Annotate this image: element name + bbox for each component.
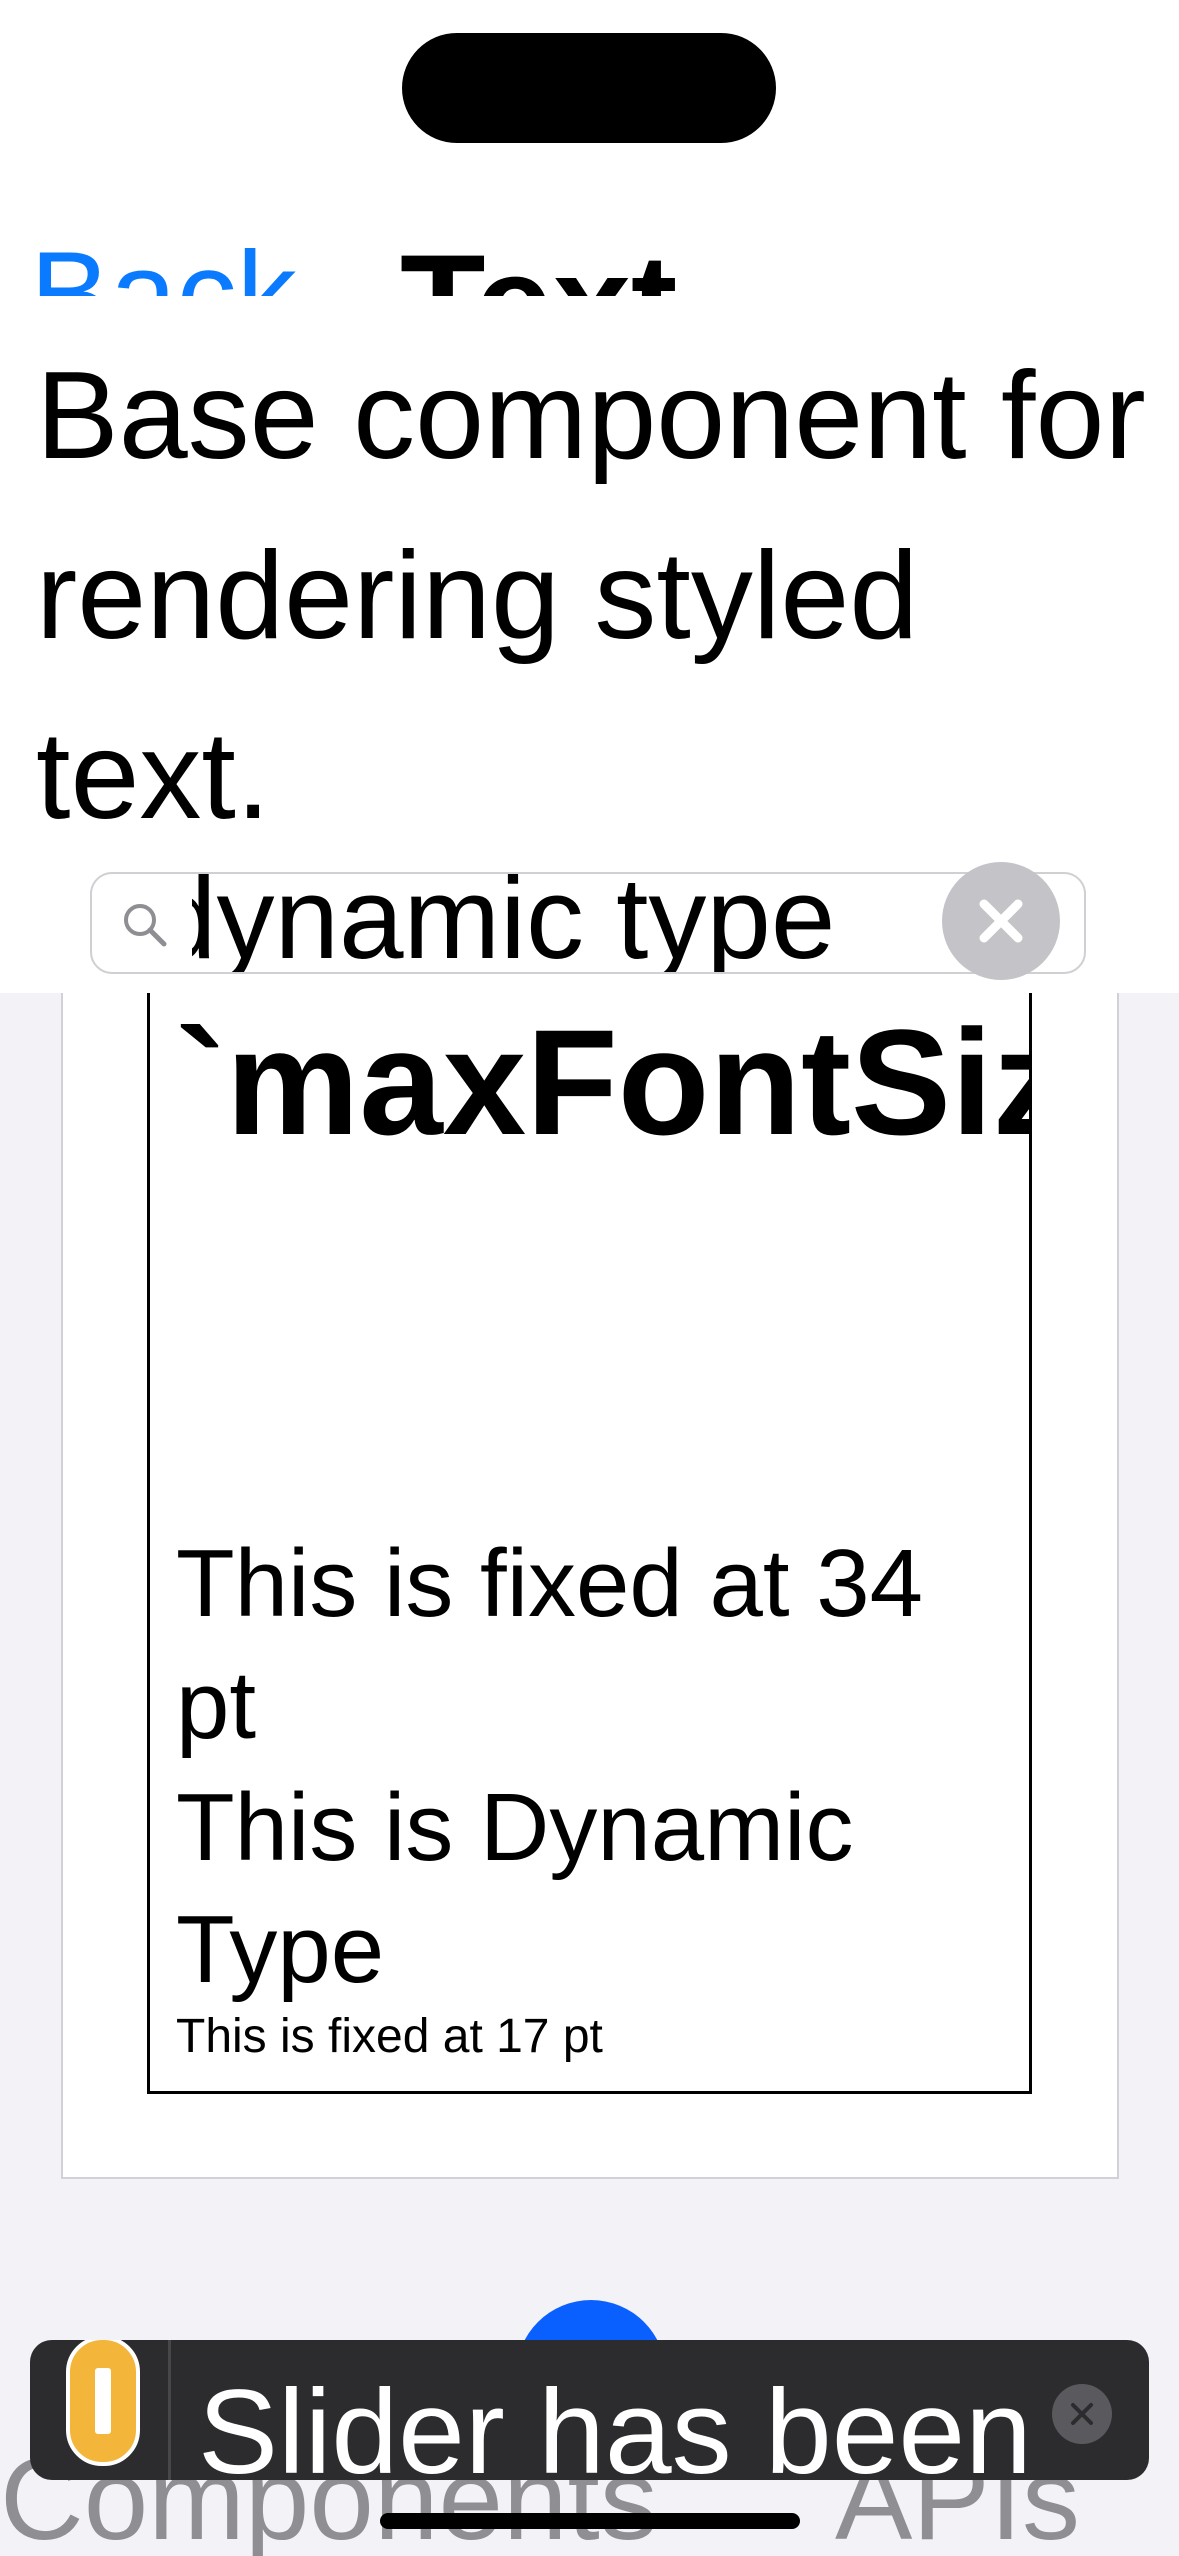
toast-close-button[interactable] xyxy=(1052,2384,1112,2444)
component-description: Base component for rendering styled text… xyxy=(36,347,1146,845)
example-box: `maxFontSizeMultiplier`: This is fixed a… xyxy=(147,993,1032,2094)
clear-search-button[interactable] xyxy=(942,862,1060,980)
toast-divider xyxy=(168,2340,171,2480)
toast-message: Slider has been xyxy=(198,2365,1032,2480)
close-icon xyxy=(1071,2403,1093,2425)
example-heading: `maxFontSizeMultiplier`: xyxy=(176,998,1029,1166)
warning-icon-mark xyxy=(95,2368,111,2434)
fixed-17pt-text: This is fixed at 17 pt xyxy=(176,2010,603,2063)
page-title: Text xyxy=(400,234,677,297)
dynamic-island xyxy=(402,33,776,143)
search-input[interactable]: dynamic type xyxy=(90,872,1086,974)
back-button[interactable]: Back xyxy=(30,234,297,296)
search-text-value[interactable]: dynamic type xyxy=(192,874,1012,972)
search-icon xyxy=(124,904,167,947)
warning-icon xyxy=(66,2340,140,2466)
close-icon xyxy=(979,899,1023,943)
home-indicator[interactable] xyxy=(380,2513,800,2529)
dynamic-type-text: This is Dynamic Type xyxy=(176,1774,854,2003)
navigation-bar: Back Text xyxy=(0,200,1179,297)
warning-toast[interactable]: Slider has been xyxy=(30,2340,1149,2480)
fixed-34pt-text: This is fixed at 34 pt xyxy=(176,1530,923,1759)
